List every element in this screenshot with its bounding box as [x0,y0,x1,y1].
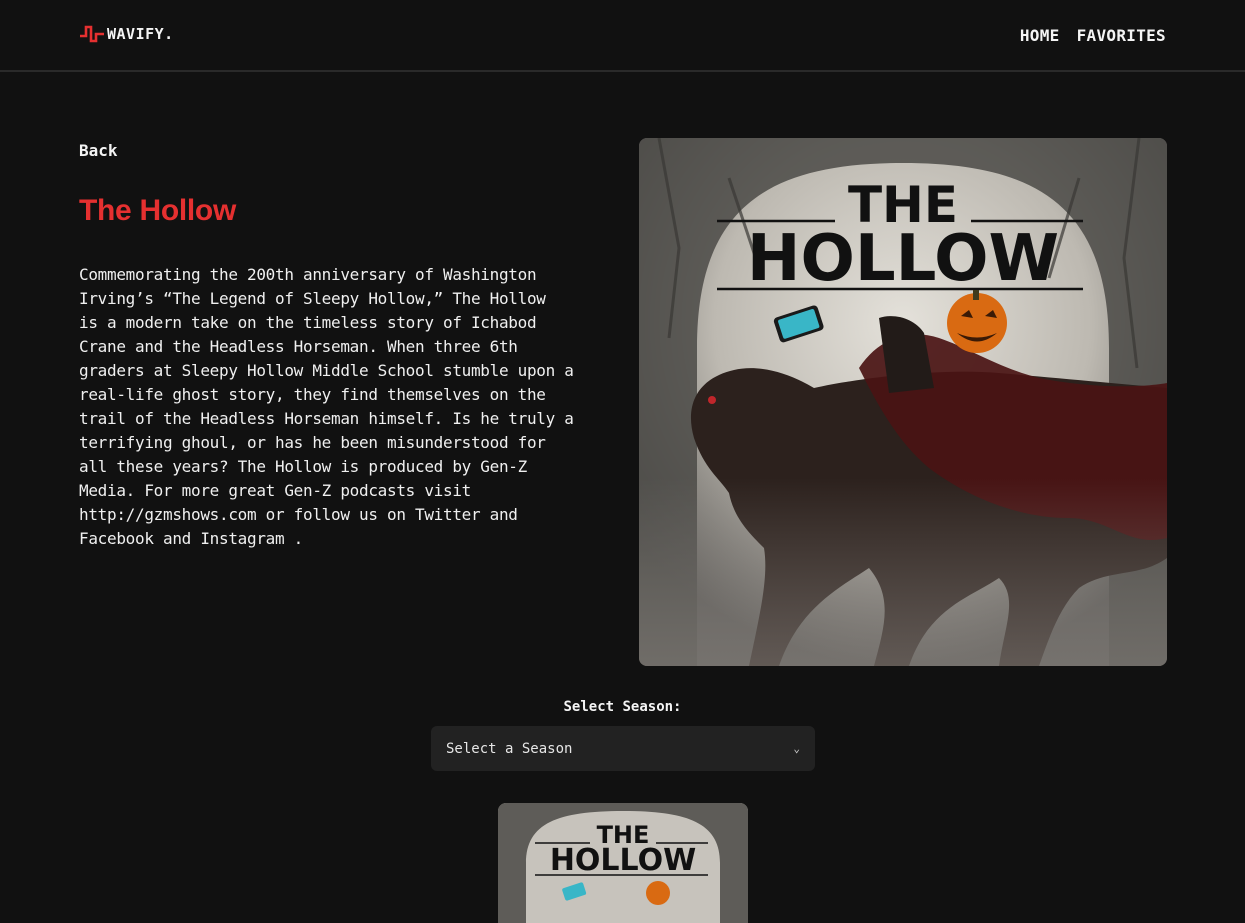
wave-icon [80,25,104,43]
nav-home-link[interactable]: HOME [1020,26,1060,45]
season-label: Select Season: [563,699,682,715]
thumb-title-line2: HOLLOW [550,843,696,878]
page-title: The Hollow [79,194,236,227]
podcast-description: Commemorating the 200th anniversary of W… [79,265,574,548]
logo[interactable]: WAVIFY. [79,24,174,44]
season-select-value: Select a Season [446,740,573,757]
logo-text: WAVIFY. [107,25,174,43]
season-cover-thumbnail[interactable]: THE HOLLOW [498,803,748,923]
top-navbar: WAVIFY. HOME FAVORITES [0,0,1245,72]
season-select[interactable]: Select a Season ⌄ [431,726,815,771]
main-nav: HOME FAVORITES [1020,26,1166,45]
podcast-cover-image: THE HOLLOW [639,138,1167,666]
cover-title-line2: HOLLOW [747,222,1059,296]
back-link[interactable]: Back [79,141,118,160]
chevron-down-icon: ⌄ [793,742,800,755]
nav-favorites-link[interactable]: FAVORITES [1077,26,1166,45]
